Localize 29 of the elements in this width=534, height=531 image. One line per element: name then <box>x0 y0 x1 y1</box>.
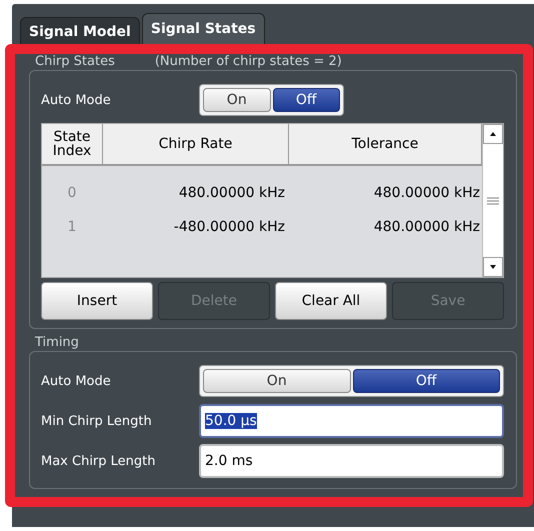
state-count: (Number of chirp states = 2) <box>154 54 342 70</box>
table-cell-text: 0 <box>66 185 78 201</box>
table-cell-text: 1 <box>66 219 78 235</box>
column-header: Chirp Rate <box>103 124 289 164</box>
field-label: Auto Mode <box>41 374 112 388</box>
scrollbar[interactable] <box>482 124 503 277</box>
group-title: Timing <box>35 335 79 351</box>
field-label: Auto Mode <box>41 92 112 108</box>
tab[interactable]: Signal Model <box>20 17 140 44</box>
scroll-up-icon[interactable] <box>483 124 503 144</box>
toggle-option[interactable]: On <box>203 88 270 112</box>
toggle-option[interactable]: Off <box>352 369 500 393</box>
toggle-option[interactable]: Off <box>272 88 340 112</box>
input-field[interactable]: 50.0 µs <box>199 404 504 438</box>
field-label: Min Chirp Length <box>41 414 153 428</box>
action-button[interactable]: Clear All <box>275 282 387 320</box>
group-title: Chirp States <box>35 54 115 70</box>
toggle-option[interactable]: On <box>203 369 350 393</box>
table-cell-text: 480.00000 kHz <box>178 185 286 201</box>
scroll-grip-icon[interactable] <box>486 196 500 204</box>
input-field[interactable]: 2.0 ms <box>199 444 504 478</box>
action-button[interactable]: Insert <box>41 282 153 320</box>
column-header: State Index <box>42 124 103 164</box>
tab[interactable]: Signal States <box>142 13 265 44</box>
table-cell-text: 480.00000 kHz <box>372 219 481 235</box>
table-cell-text: 480.00000 kHz <box>372 185 481 201</box>
scroll-down-icon[interactable] <box>483 257 503 277</box>
field-label: Max Chirp Length <box>41 454 157 468</box>
table-cell-text: -480.00000 kHz <box>172 219 286 235</box>
